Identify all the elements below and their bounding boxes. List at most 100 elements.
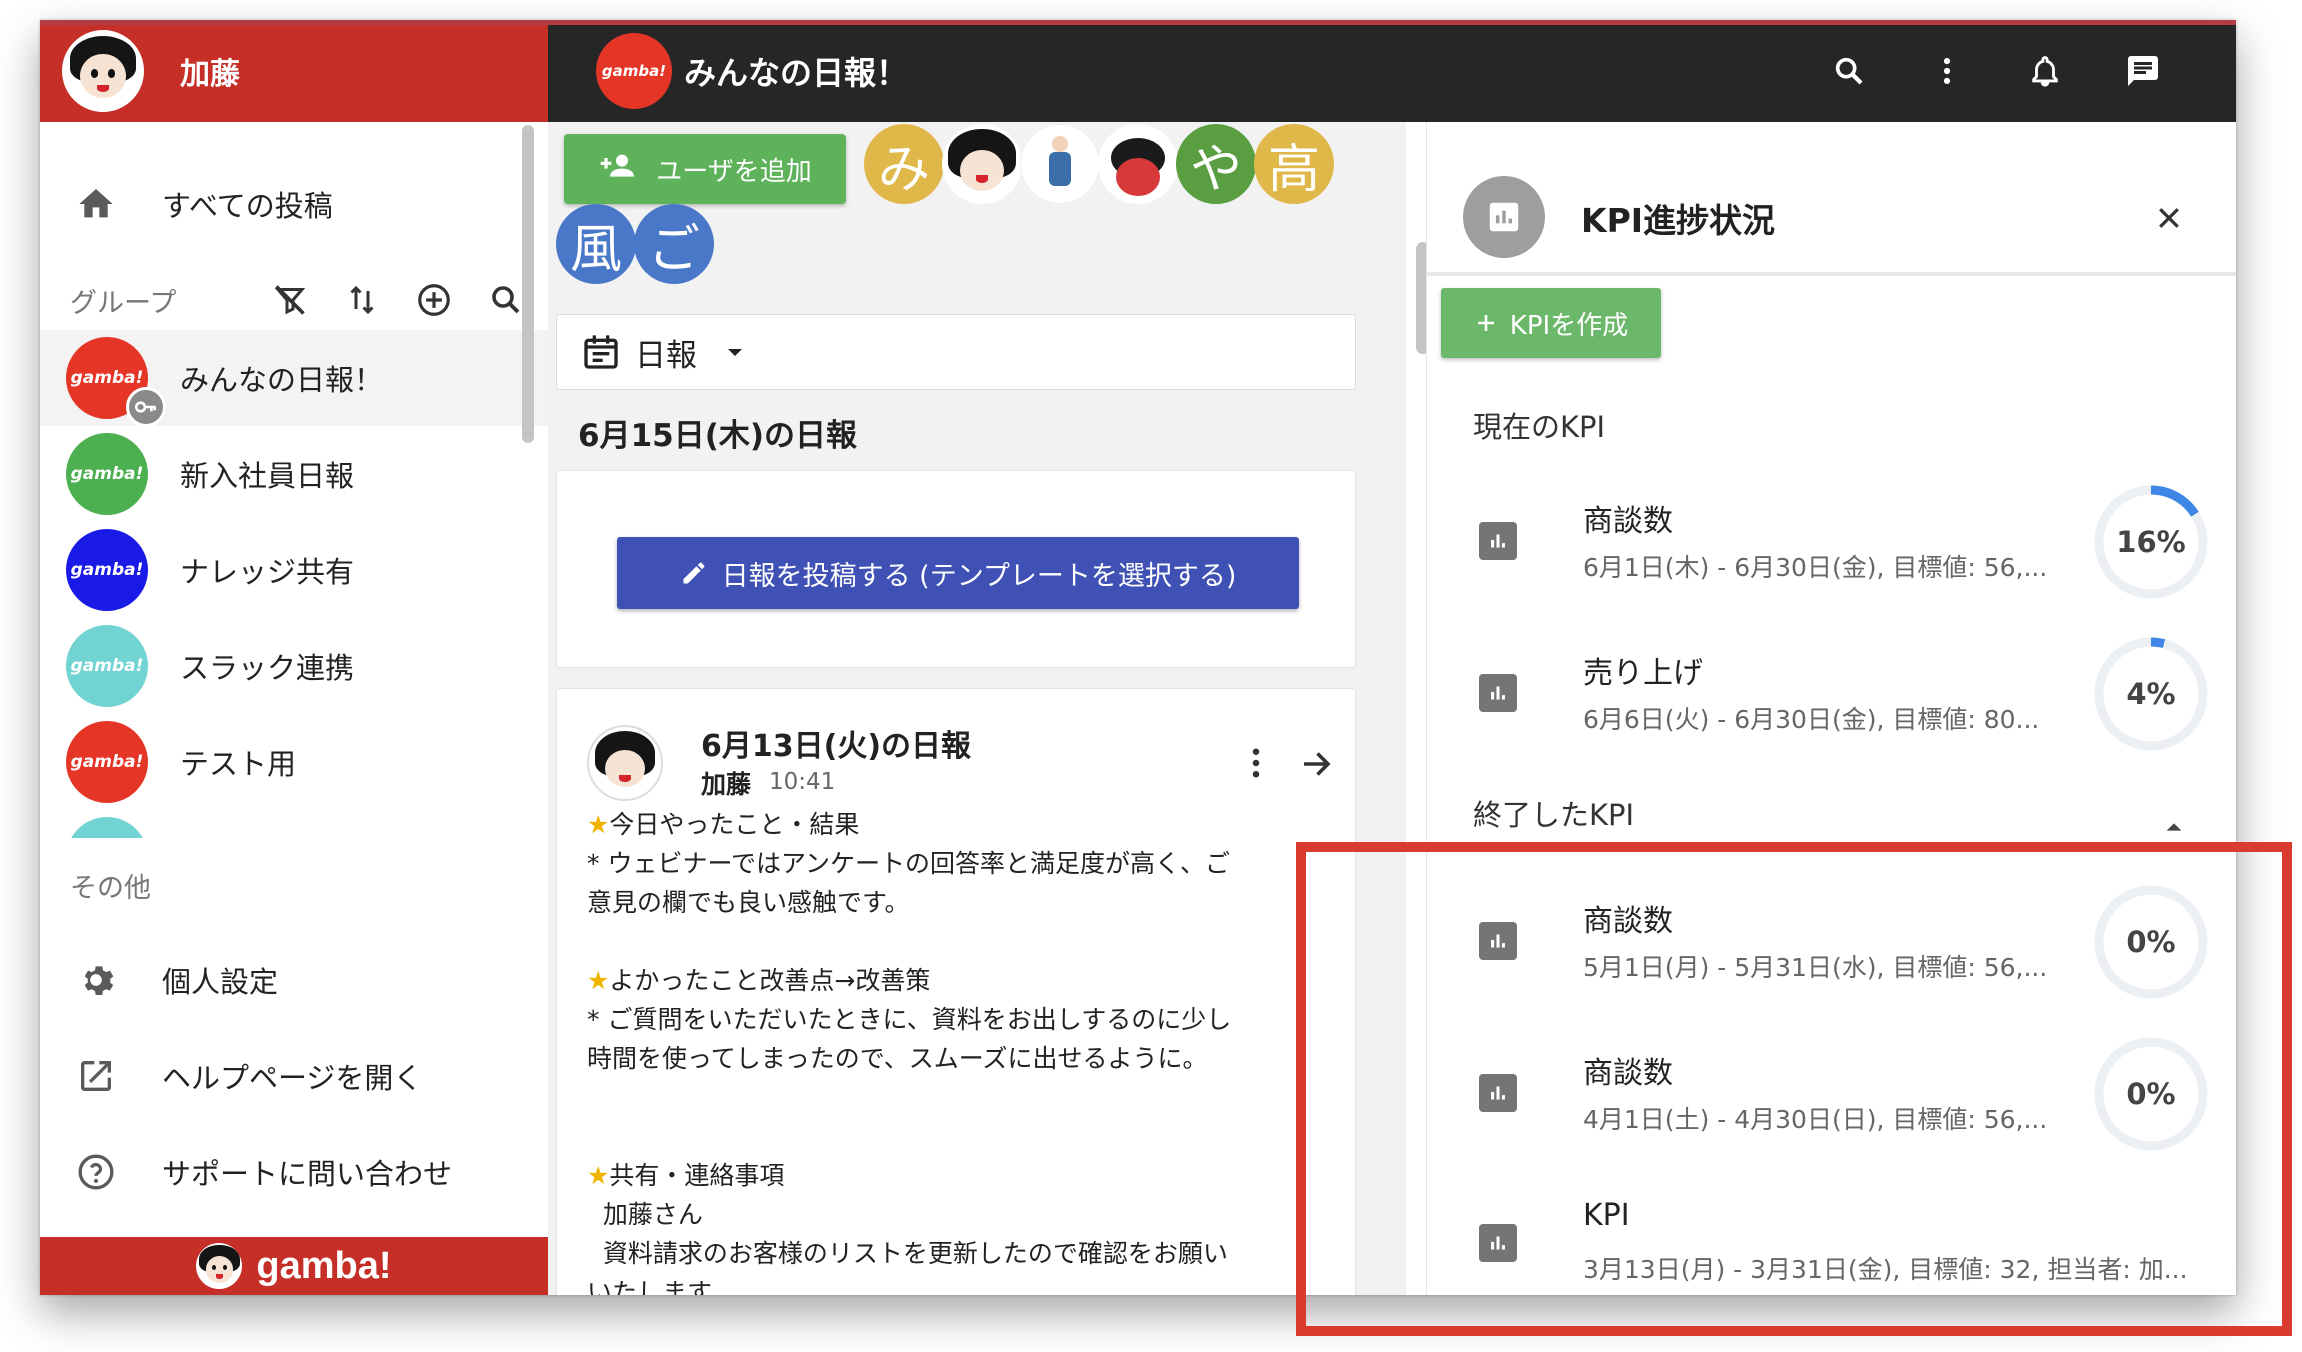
member-avatar[interactable]: 高 bbox=[1254, 124, 1334, 204]
report-line-text: 今日やったこと・結果 bbox=[609, 810, 860, 839]
report-line bbox=[587, 1117, 1355, 1156]
sidebar-footer: gamba! bbox=[40, 1237, 548, 1295]
add-group-icon[interactable] bbox=[412, 278, 456, 322]
other-title: その他 bbox=[70, 873, 151, 904]
report-line: * ウェビナーではアンケートの回答率と満足度が高く、ご bbox=[587, 844, 1355, 883]
report-time: 10:41 bbox=[769, 769, 836, 795]
user-avatar[interactable] bbox=[62, 30, 144, 112]
chart-icon bbox=[1463, 176, 1545, 258]
sidebar-item-settings[interactable]: 個人設定 bbox=[40, 932, 548, 1028]
sidebar-group-item[interactable]: gamba! テスト用 bbox=[40, 714, 548, 810]
report-line: ★よかったこと改善点→改善策 bbox=[587, 961, 1355, 1000]
sidebar-group-item[interactable]: gamba! スラック連携 bbox=[40, 618, 548, 714]
report-line: * ご質問をいただいたときに、資料をお出しするのに少し bbox=[587, 1000, 1355, 1039]
user-name: 加藤 bbox=[180, 57, 240, 92]
kpi-progress-ring: 16% bbox=[2091, 482, 2211, 602]
group-label: みんなの日報！ bbox=[180, 363, 384, 397]
top-bar: gamba! みんなの日報！ bbox=[548, 20, 2236, 122]
group-logo: gamba! bbox=[66, 721, 148, 803]
current-kpi-title: 現在のKPI bbox=[1473, 410, 1606, 444]
highlight-annotation-box bbox=[1296, 842, 2292, 1336]
report-title[interactable]: 6月13日(火)の日報 bbox=[701, 721, 971, 765]
report-line: ★今日やったこと・結果 bbox=[587, 805, 1355, 844]
kpi-name: 売り上げ bbox=[1583, 656, 1703, 691]
report-body: ★今日やったこと・結果 * ウェビナーではアンケートの回答率と満足度が高く、ご 意見… bbox=[587, 805, 1355, 1295]
report-line-text: 共有・連絡事項 bbox=[609, 1161, 785, 1190]
feed-column: ユーザを追加 み や 高 風 ご 日報 6月15日(木)の日報 日報を投稿する … bbox=[548, 122, 1430, 1295]
post-report-button[interactable]: 日報を投稿する (テンプレートを選択する) bbox=[617, 537, 1299, 609]
sidebar-item-label: ヘルプページを開く bbox=[162, 1061, 423, 1095]
sidebar-scrollbar[interactable] bbox=[522, 125, 534, 443]
add-user-button[interactable]: ユーザを追加 bbox=[564, 134, 846, 204]
member-avatar[interactable]: や bbox=[1176, 124, 1256, 204]
member-avatar[interactable] bbox=[1020, 124, 1100, 204]
report-line bbox=[587, 922, 1355, 961]
home-icon bbox=[70, 184, 122, 224]
sidebar-group-item[interactable]: gamba! みんなの日報！ bbox=[40, 330, 548, 427]
post-report-label: 日報を投稿する (テンプレートを選択する) bbox=[721, 560, 1237, 592]
report-line-text: 意見の欄でも良い感触です。 bbox=[587, 888, 910, 917]
window-top-accent bbox=[40, 20, 2236, 25]
feed-type-select[interactable]: 日報 bbox=[556, 314, 1356, 390]
dropdown-arrow-icon bbox=[723, 340, 747, 364]
external-link-icon bbox=[70, 1056, 122, 1096]
report-line: 時間を使ってしまったので、スムーズに出せるように。 bbox=[587, 1039, 1355, 1078]
member-avatar[interactable] bbox=[1098, 124, 1178, 204]
sidebar-item-help[interactable]: ヘルプページを開く bbox=[40, 1028, 548, 1124]
kpi-description: 6月1日(木) - 6月30日(金), 目標値: 56,... bbox=[1583, 553, 2048, 582]
report-line-text: * ウェビナーではアンケートの回答率と満足度が高く、ご bbox=[587, 849, 1230, 878]
report-card[interactable]: 6月13日(火)の日報 加藤 10:41 ★今日やったこと・結果 * ウェビナーで… bbox=[556, 688, 1356, 1295]
report-author: 加藤 bbox=[701, 770, 752, 799]
member-avatar[interactable] bbox=[942, 124, 1022, 204]
chat-icon[interactable] bbox=[2120, 48, 2166, 94]
plus-icon bbox=[1474, 311, 1498, 335]
report-line bbox=[587, 1078, 1355, 1117]
groups-header: グループ bbox=[40, 260, 548, 340]
report-line-text: * ご質問をいただいたときに、資料をお出しするのに少し bbox=[587, 1005, 1232, 1034]
kpi-item[interactable]: 商談数 6月1日(木) - 6月30日(金), 目標値: 56,... 16% bbox=[1427, 464, 2208, 616]
report-line-text: よかったこと改善点→改善策 bbox=[609, 966, 931, 995]
sidebar-group-item-partial[interactable] bbox=[40, 810, 548, 838]
mascot-icon bbox=[196, 1243, 243, 1289]
filter-off-icon[interactable] bbox=[268, 278, 312, 322]
post-card: 日報を投稿する (テンプレートを選択する) bbox=[556, 470, 1356, 668]
more-vert-icon[interactable] bbox=[1241, 741, 1271, 785]
group-logo: gamba! bbox=[66, 337, 166, 427]
create-kpi-button[interactable]: KPIを作成 bbox=[1441, 288, 1661, 358]
kpi-item[interactable]: 売り上げ 6月6日(火) - 6月30日(金), 目標値: 80... 4% bbox=[1427, 616, 2208, 768]
author-avatar[interactable] bbox=[587, 725, 663, 801]
group-label: ナレッジ共有 bbox=[180, 555, 355, 589]
group-logo: gamba! bbox=[66, 433, 148, 515]
star-icon: ★ bbox=[587, 966, 610, 995]
sidebar-item-support[interactable]: サポートに問い合わせ bbox=[40, 1124, 548, 1220]
finished-kpi-title: 終了したKPI bbox=[1473, 798, 1635, 832]
help-circle-icon bbox=[70, 1152, 122, 1192]
collapse-arrow-icon[interactable] bbox=[2159, 812, 2189, 842]
close-icon[interactable] bbox=[2147, 196, 2191, 240]
calendar-icon bbox=[581, 332, 621, 372]
add-user-label: ユーザを追加 bbox=[656, 156, 812, 187]
search-icon[interactable] bbox=[1826, 48, 1872, 94]
groups-title: グループ bbox=[70, 287, 177, 319]
sidebar-item-all-posts[interactable]: すべての投稿 bbox=[40, 156, 548, 252]
sidebar-group-item[interactable]: gamba! ナレッジ共有 bbox=[40, 522, 548, 618]
member-avatar[interactable]: 風 bbox=[556, 204, 636, 284]
sidebar-group-item[interactable]: gamba! 新入社員日報 bbox=[40, 426, 548, 522]
group-logo: gamba! bbox=[66, 625, 148, 707]
member-avatar[interactable]: ご bbox=[634, 204, 714, 284]
member-avatar[interactable]: み bbox=[864, 124, 944, 204]
kpi-name: 商談数 bbox=[1583, 504, 1673, 539]
chart-icon bbox=[1479, 674, 1517, 712]
group-logo: gamba! bbox=[596, 33, 672, 109]
star-icon: ★ bbox=[587, 1161, 610, 1190]
arrow-right-icon[interactable] bbox=[1295, 743, 1337, 785]
group-label: スラック連携 bbox=[180, 651, 355, 685]
kpi-description: 6月6日(火) - 6月30日(金), 目標値: 80... bbox=[1583, 705, 2040, 734]
kpi-panel-title: KPI進捗状況 bbox=[1581, 201, 1776, 240]
report-line-text: 資料請求のお客様のリストを更新したので確認をお願い bbox=[587, 1239, 1228, 1268]
report-line: 意見の欄でも良い感触です。 bbox=[587, 883, 1355, 922]
more-vert-icon[interactable] bbox=[1924, 48, 1970, 94]
bell-icon[interactable] bbox=[2022, 48, 2068, 94]
footer-logo: gamba! bbox=[256, 1244, 392, 1287]
sort-icon[interactable] bbox=[340, 278, 384, 322]
